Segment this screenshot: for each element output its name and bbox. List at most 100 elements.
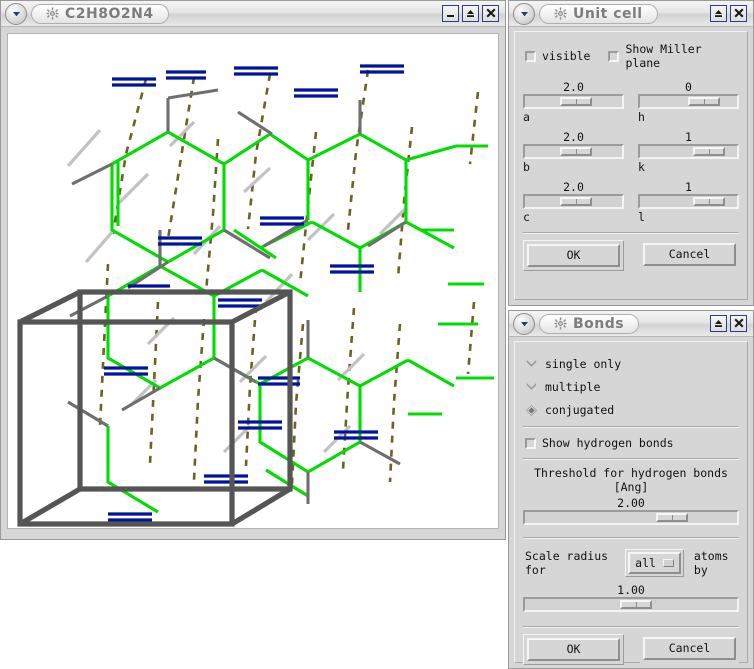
shade-icon (464, 7, 477, 20)
slider-k[interactable]: 1 k (638, 130, 739, 174)
slider-k-track[interactable] (638, 144, 739, 159)
slider-b-track[interactable] (523, 144, 624, 159)
show-miller-plane-label: Show Miller plane (625, 42, 739, 70)
slider-c-thumb[interactable] (560, 197, 592, 206)
checkbox-box (608, 51, 619, 62)
threshold-slider[interactable]: 2.00 (523, 496, 739, 525)
bonds-button-bar: OK Cancel (523, 634, 739, 665)
slider-h[interactable]: 0 h (638, 80, 739, 124)
unit-cell-title: Unit cell (573, 7, 643, 21)
slider-b-label: b (523, 161, 624, 174)
radio-conjugated-label: conjugated (545, 403, 614, 417)
scale-value: 1.00 (523, 583, 739, 597)
dropdown-arrow-icon (663, 559, 674, 567)
radio-multiple-label: multiple (545, 380, 600, 394)
scale-slider[interactable]: 1.00 (523, 583, 739, 612)
molecule-viewport[interactable] (7, 33, 499, 529)
slider-c-label: c (523, 211, 624, 224)
threshold-slider-track[interactable] (523, 510, 739, 525)
close-icon (732, 7, 745, 20)
visible-checkbox[interactable]: visible (525, 42, 590, 70)
scale-target-dropdown[interactable]: all (628, 552, 681, 574)
slider-a-track[interactable] (523, 94, 624, 109)
checkbox-box (525, 438, 536, 449)
molecule-render (8, 34, 498, 528)
divider (523, 537, 739, 539)
unit-cell-title-pill: Unit cell (539, 4, 658, 24)
slider-h-thumb[interactable] (688, 97, 720, 106)
slider-b[interactable]: 2.0 b (523, 130, 624, 174)
diamond-unselected-icon (525, 358, 538, 371)
minimize-button[interactable] (442, 5, 459, 22)
slider-h-label: h (638, 111, 739, 124)
unit-cell-body: visible Show Miller plane 2.0 a 0 (514, 31, 748, 300)
visible-checkbox-label: visible (542, 49, 590, 63)
radio-multiple[interactable]: multiple (525, 380, 739, 394)
slider-l-value: 1 (638, 180, 739, 194)
chevron-down-icon (519, 318, 530, 329)
window-menu-button[interactable] (513, 313, 535, 335)
show-miller-plane-checkbox[interactable]: Show Miller plane (608, 42, 739, 70)
slider-a-thumb[interactable] (560, 97, 592, 106)
shade-button[interactable] (710, 5, 727, 22)
threshold-value: 2.00 (523, 496, 739, 510)
close-button[interactable] (730, 5, 747, 22)
screen: C2H8O2N4 (0, 0, 754, 669)
window-menu-button[interactable] (513, 3, 535, 25)
slider-l-track[interactable] (638, 194, 739, 209)
cancel-button[interactable]: Cancel (643, 637, 736, 660)
cancel-button[interactable]: Cancel (643, 243, 736, 266)
window-menu-button[interactable] (5, 3, 27, 25)
chevron-down-icon (11, 8, 22, 19)
close-icon (732, 317, 745, 330)
bonds-body: single only multiple conjugated Show hyd… (514, 341, 748, 663)
diamond-selected-icon (525, 404, 538, 417)
slider-h-track[interactable] (638, 94, 739, 109)
scale-radius-prefix: Scale radius for (525, 549, 615, 577)
divider (523, 458, 739, 460)
bonds-title: Bonds (573, 317, 624, 331)
bonds-window: Bonds (508, 310, 754, 669)
ok-button-frame: OK (523, 240, 624, 271)
main-window-buttons (442, 5, 499, 22)
scale-slider-track[interactable] (523, 597, 739, 612)
shade-button[interactable] (710, 315, 727, 332)
gear-icon (554, 317, 567, 330)
ok-button[interactable]: OK (527, 638, 620, 661)
minimize-icon (444, 7, 457, 20)
main-window-titlebar[interactable]: C2H8O2N4 (1, 1, 505, 27)
bonds-buttons (710, 315, 747, 332)
show-hydrogen-bonds-checkbox[interactable]: Show hydrogen bonds (525, 436, 739, 450)
scale-target-value: all (635, 556, 656, 570)
threshold-slider-thumb[interactable] (656, 513, 688, 522)
close-button[interactable] (730, 315, 747, 332)
show-hydrogen-bonds-label: Show hydrogen bonds (542, 436, 674, 450)
main-window-title-pill: C2H8O2N4 (31, 4, 169, 24)
unit-cell-titlebar[interactable]: Unit cell (509, 1, 753, 27)
radio-single-only[interactable]: single only (525, 357, 739, 371)
slider-l-thumb[interactable] (693, 197, 725, 206)
shade-button[interactable] (462, 5, 479, 22)
cancel-button-frame: Cancel (640, 634, 739, 665)
radio-conjugated[interactable]: conjugated (525, 403, 739, 417)
checkbox-box (525, 51, 536, 62)
slider-b-thumb[interactable] (560, 147, 592, 156)
divider (523, 232, 739, 234)
ok-button-frame: OK (523, 634, 624, 665)
bonds-titlebar[interactable]: Bonds (509, 311, 753, 337)
ok-button[interactable]: OK (527, 244, 620, 267)
main-window: C2H8O2N4 (0, 0, 506, 540)
scale-slider-thumb[interactable] (620, 600, 652, 609)
slider-c[interactable]: 2.0 c (523, 180, 624, 224)
unit-cell-window: Unit cell (508, 0, 754, 306)
unit-cell-buttons (710, 5, 747, 22)
slider-l[interactable]: 1 l (638, 180, 739, 224)
diamond-unselected-icon (525, 381, 538, 394)
slider-a[interactable]: 2.0 a (523, 80, 624, 124)
slider-c-track[interactable] (523, 194, 624, 209)
gear-icon (554, 7, 567, 20)
close-button[interactable] (482, 5, 499, 22)
slider-k-thumb[interactable] (693, 147, 725, 156)
slider-h-value: 0 (638, 80, 739, 94)
scale-radius-suffix: atoms by (694, 549, 739, 577)
